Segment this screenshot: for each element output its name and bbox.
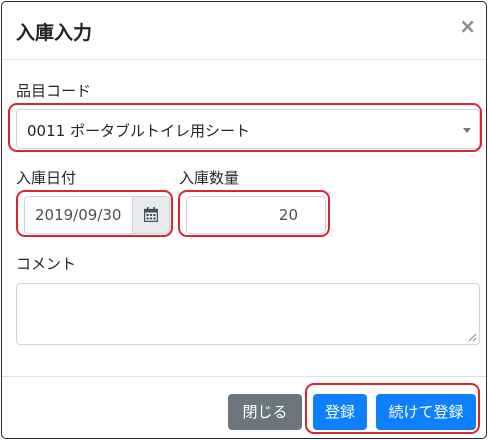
stock-entry-dialog: 入庫入力 × 品目コード 0011 ポータブルトイレ用シート 入庫日付 2019… bbox=[1, 1, 487, 439]
arrival-qty-label: 入庫数量 bbox=[179, 169, 240, 187]
item-code-label: 品目コード bbox=[16, 82, 92, 100]
calendar-button[interactable] bbox=[132, 197, 169, 233]
arrival-date-field[interactable]: 2019/09/30 bbox=[24, 196, 170, 234]
arrival-qty-input[interactable]: 20 bbox=[186, 196, 326, 234]
item-code-select[interactable]: 0011 ポータブルトイレ用シート bbox=[16, 109, 480, 149]
comment-label: コメント bbox=[16, 255, 77, 273]
dialog-header: 入庫入力 × bbox=[2, 2, 486, 60]
register-button[interactable]: 登録 bbox=[313, 394, 367, 430]
arrival-qty-value: 20 bbox=[278, 206, 298, 224]
dialog-title: 入庫入力 bbox=[16, 22, 93, 44]
comment-textarea[interactable] bbox=[16, 283, 480, 345]
arrival-date-label: 入庫日付 bbox=[16, 169, 77, 187]
resize-grip-icon[interactable] bbox=[468, 333, 477, 342]
arrival-date-value: 2019/09/30 bbox=[35, 206, 122, 224]
continue-register-button[interactable]: 続けて登録 bbox=[376, 394, 476, 430]
dialog-footer-divider bbox=[2, 376, 486, 377]
close-icon[interactable]: × bbox=[459, 16, 476, 36]
item-code-selected-value: 0011 ポータブルトイレ用シート bbox=[27, 122, 250, 140]
caret-down-icon bbox=[463, 128, 471, 133]
calendar-icon bbox=[144, 207, 158, 222]
close-button[interactable]: 閉じる bbox=[228, 394, 302, 430]
